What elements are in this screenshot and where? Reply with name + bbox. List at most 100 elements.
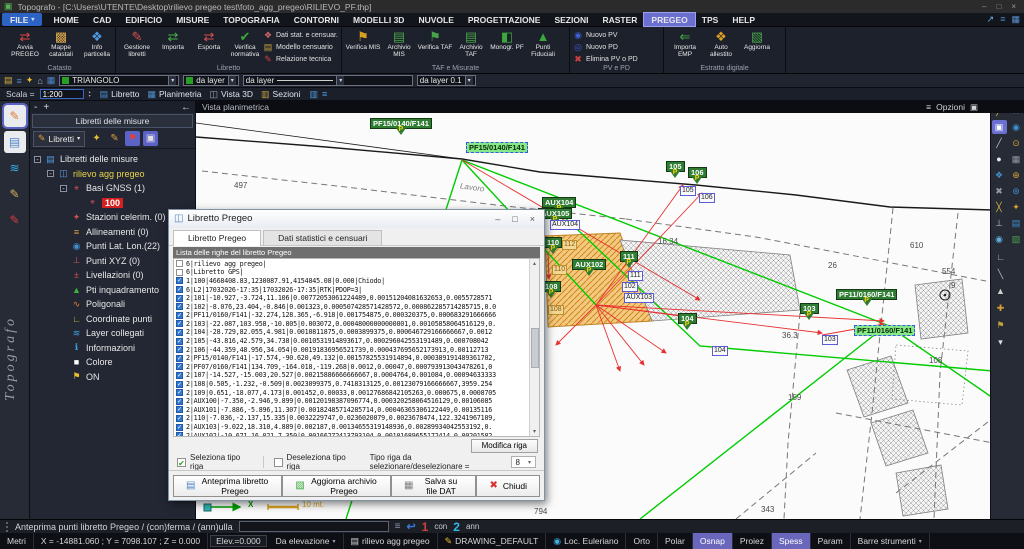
survey-point-flag[interactable]: AUX102 P [572, 259, 607, 281]
row-checkbox[interactable] [176, 346, 183, 354]
undo-icon[interactable]: ↩ [406, 520, 415, 533]
row-checkbox[interactable] [176, 320, 183, 328]
menu-item[interactable]: PREGEO [643, 12, 696, 27]
statusbar-item[interactable]: ◉ Loc. Euleriano [546, 533, 627, 549]
pregeo-row[interactable]: 2|107|-14.527,-15.003,20.527|0.002158866… [174, 371, 528, 380]
pregeo-row[interactable]: 2|103|-22.087,103.958,-10.805|0.003072,0… [174, 320, 528, 329]
row-checkbox[interactable] [176, 389, 183, 397]
scale-stepper[interactable]: ▴ ▾ [89, 90, 91, 98]
map-tool-icon[interactable]: ◉ [992, 232, 1007, 246]
menubar-tool-icon[interactable]: ↗ [987, 14, 995, 25]
map-tool-icon[interactable]: ▤ [1009, 216, 1024, 230]
row-checkbox[interactable] [176, 423, 183, 431]
dialog-action-button[interactable]: ▤ Anteprima libretto Pregeo [173, 474, 283, 497]
selected-point-label[interactable]: PF15/0140/F141 [466, 142, 528, 153]
chevron-down-icon[interactable]: ▾ [227, 76, 236, 85]
pregeo-row[interactable]: 6|rilievo agg pregeo| [174, 259, 528, 268]
row-checkbox[interactable] [176, 354, 183, 362]
options-button[interactable]: Opzioni [936, 102, 965, 112]
pregeo-row[interactable]: 2|105|-43.816,42.579,34.738|0.0010531914… [174, 337, 528, 346]
row-checkbox[interactable] [176, 260, 183, 268]
selected-point-label[interactable]: PF11/0160/F141 [854, 325, 916, 336]
map-tool-icon[interactable]: ✚ [993, 301, 1008, 315]
map-tool-icon[interactable]: ⊥ [992, 216, 1007, 230]
pregeo-row[interactable]: 2|AUX103|-9.022,18.310,4.889|0.002187,0.… [174, 423, 528, 432]
tree-expand-toggle[interactable] [60, 243, 67, 250]
pregeo-row-list[interactable]: ▴ ▾ 6|rilievo agg pregeo| 6|Libretto GPS… [173, 258, 540, 437]
color-select[interactable]: da layer ▾ [183, 75, 239, 86]
row-checkbox[interactable] [176, 328, 183, 336]
ribbon-button[interactable]: ❖ Auto allestito [703, 28, 739, 58]
pregeo-row[interactable]: 2|102|-8.076,23.404,-0.846|0.001323,0.00… [174, 302, 528, 311]
tree-expand-toggle[interactable] [60, 315, 67, 322]
ribbon-button[interactable]: ▤ Archivio MIS [381, 28, 417, 58]
statusbar-item[interactable]: Osnap [692, 533, 733, 549]
map-tool-icon[interactable]: ❖ [992, 168, 1007, 182]
statusbar-item[interactable]: Da elevazione ▾ [269, 533, 344, 549]
layer-tool-icon[interactable]: ⌂ [37, 76, 42, 86]
panel-mode-icon[interactable]: ≋ [4, 157, 26, 179]
tree-expand-toggle[interactable]: - [47, 170, 54, 178]
menu-item[interactable]: SEZIONI [547, 13, 595, 26]
maximize-view-icon[interactable]: ▣ [970, 102, 978, 113]
ribbon-button[interactable]: ✎ Gestione libretti [119, 28, 155, 58]
map-tool-icon[interactable]: ▦ [1009, 152, 1024, 166]
row-checkbox[interactable] [176, 268, 183, 276]
pregeo-row[interactable]: 2|PF11/0160/F141|-32.274,128.365,-6.918|… [174, 311, 528, 320]
point-id-box[interactable]: AUX103 [624, 293, 655, 303]
menu-item[interactable]: TPS [695, 13, 726, 26]
ribbon-button[interactable]: ⇄ Importa [155, 28, 191, 51]
ribbon-button[interactable]: ❖ Info particella [79, 28, 115, 58]
deseleziona-tipo-checkbox[interactable] [273, 457, 283, 467]
tree-expand-toggle[interactable] [60, 228, 67, 235]
chevron-down-icon[interactable]: ▾ [336, 76, 345, 85]
pregeo-row[interactable]: 2|PF15/0140/F141|-17.574,-90.620,49.132|… [174, 354, 528, 363]
map-tool-icon[interactable]: ∟ [993, 250, 1008, 264]
statusbar-item[interactable]: ✎ DRAWING_DEFAULT [438, 533, 547, 549]
row-checkbox[interactable] [176, 311, 183, 319]
survey-point-flag[interactable]: PF11/0160/F141 P [836, 289, 898, 311]
ribbon-small-button[interactable]: ▤ Modello censuario [263, 42, 338, 53]
confirm-number[interactable]: 1 [422, 520, 429, 534]
menu-item[interactable]: MODELLI 3D [346, 13, 411, 26]
tree-expand-toggle[interactable]: - [34, 155, 41, 163]
survey-point-flag[interactable]: 104 P [678, 313, 697, 335]
minimize-button[interactable]: – [982, 2, 986, 11]
menu-item[interactable]: CAD [86, 13, 118, 26]
ribbon-button[interactable]: ▤ Archivio TAF [453, 28, 489, 58]
map-tool-icon[interactable]: ⊕ [1009, 168, 1024, 182]
row-checkbox[interactable] [176, 277, 183, 285]
view-toggle-icon[interactable]: ▥ [309, 89, 318, 100]
pregeo-row[interactable]: 2|AUX100|-7.350,-2.946,9.899|0.001201983… [174, 397, 528, 406]
tree-item[interactable]: - ⌖ Basi GNSS (1) [30, 181, 195, 196]
scroll-up-icon[interactable]: ▴ [533, 260, 536, 267]
tree-expand-toggle[interactable]: - [60, 184, 67, 192]
tree-expand-toggle[interactable] [60, 257, 67, 264]
pregeo-row[interactable]: 6|L2|17032026-17:35|17032026-17:35|RTK|P… [174, 285, 528, 294]
statusbar-item[interactable]: Param [811, 533, 851, 549]
point-id-box[interactable]: AUX104 [550, 220, 581, 230]
tree-expand-toggle[interactable] [60, 214, 67, 221]
tab-libretto-pregeo[interactable]: Libretto Pregeo [173, 230, 262, 247]
ribbon-button[interactable]: ▧ Aggiorna [739, 28, 775, 51]
dialog-action-button[interactable]: ▧ Aggiorna archivio Pregeo [282, 474, 392, 497]
statusbar-item[interactable]: Polar [658, 533, 693, 549]
row-checkbox[interactable] [176, 380, 183, 388]
list-scrollbar[interactable]: ▴ ▾ [529, 259, 539, 436]
pregeo-row[interactable]: 2|108|0.505,-1.232,-0.509|0.0023099375,0… [174, 380, 528, 389]
panel-mode-icon[interactable]: ✎ [4, 209, 26, 231]
ribbon-small-button[interactable]: ◉ Nuovo PV [573, 30, 660, 41]
map-tool-icon[interactable]: ● [992, 152, 1007, 166]
statusbar-item[interactable]: Orto [626, 533, 658, 549]
layer-select[interactable]: TRIANGOLO ▾ [59, 75, 180, 86]
pregeo-row[interactable]: 2|101|-10.927,-3.724,11.106|0.0077205306… [174, 294, 528, 303]
row-checkbox[interactable] [176, 337, 183, 345]
menubar-tool-icon[interactable]: ▦ [1011, 14, 1020, 25]
menu-item[interactable]: EDIFICIO [118, 13, 169, 26]
map-tool-icon[interactable]: ◉ [1009, 120, 1024, 134]
survey-point-flag[interactable]: PF15/0140/F141 P [370, 118, 432, 140]
point-id-box[interactable]: 111 [628, 271, 643, 281]
titlebar[interactable]: ▣ Topografo - [C:\Users\UTENTE\Desktop\r… [0, 0, 1024, 13]
statusbar-item[interactable]: Barre strumenti ▾ [851, 533, 930, 549]
map-tool-icon[interactable]: ▾ [993, 335, 1008, 349]
